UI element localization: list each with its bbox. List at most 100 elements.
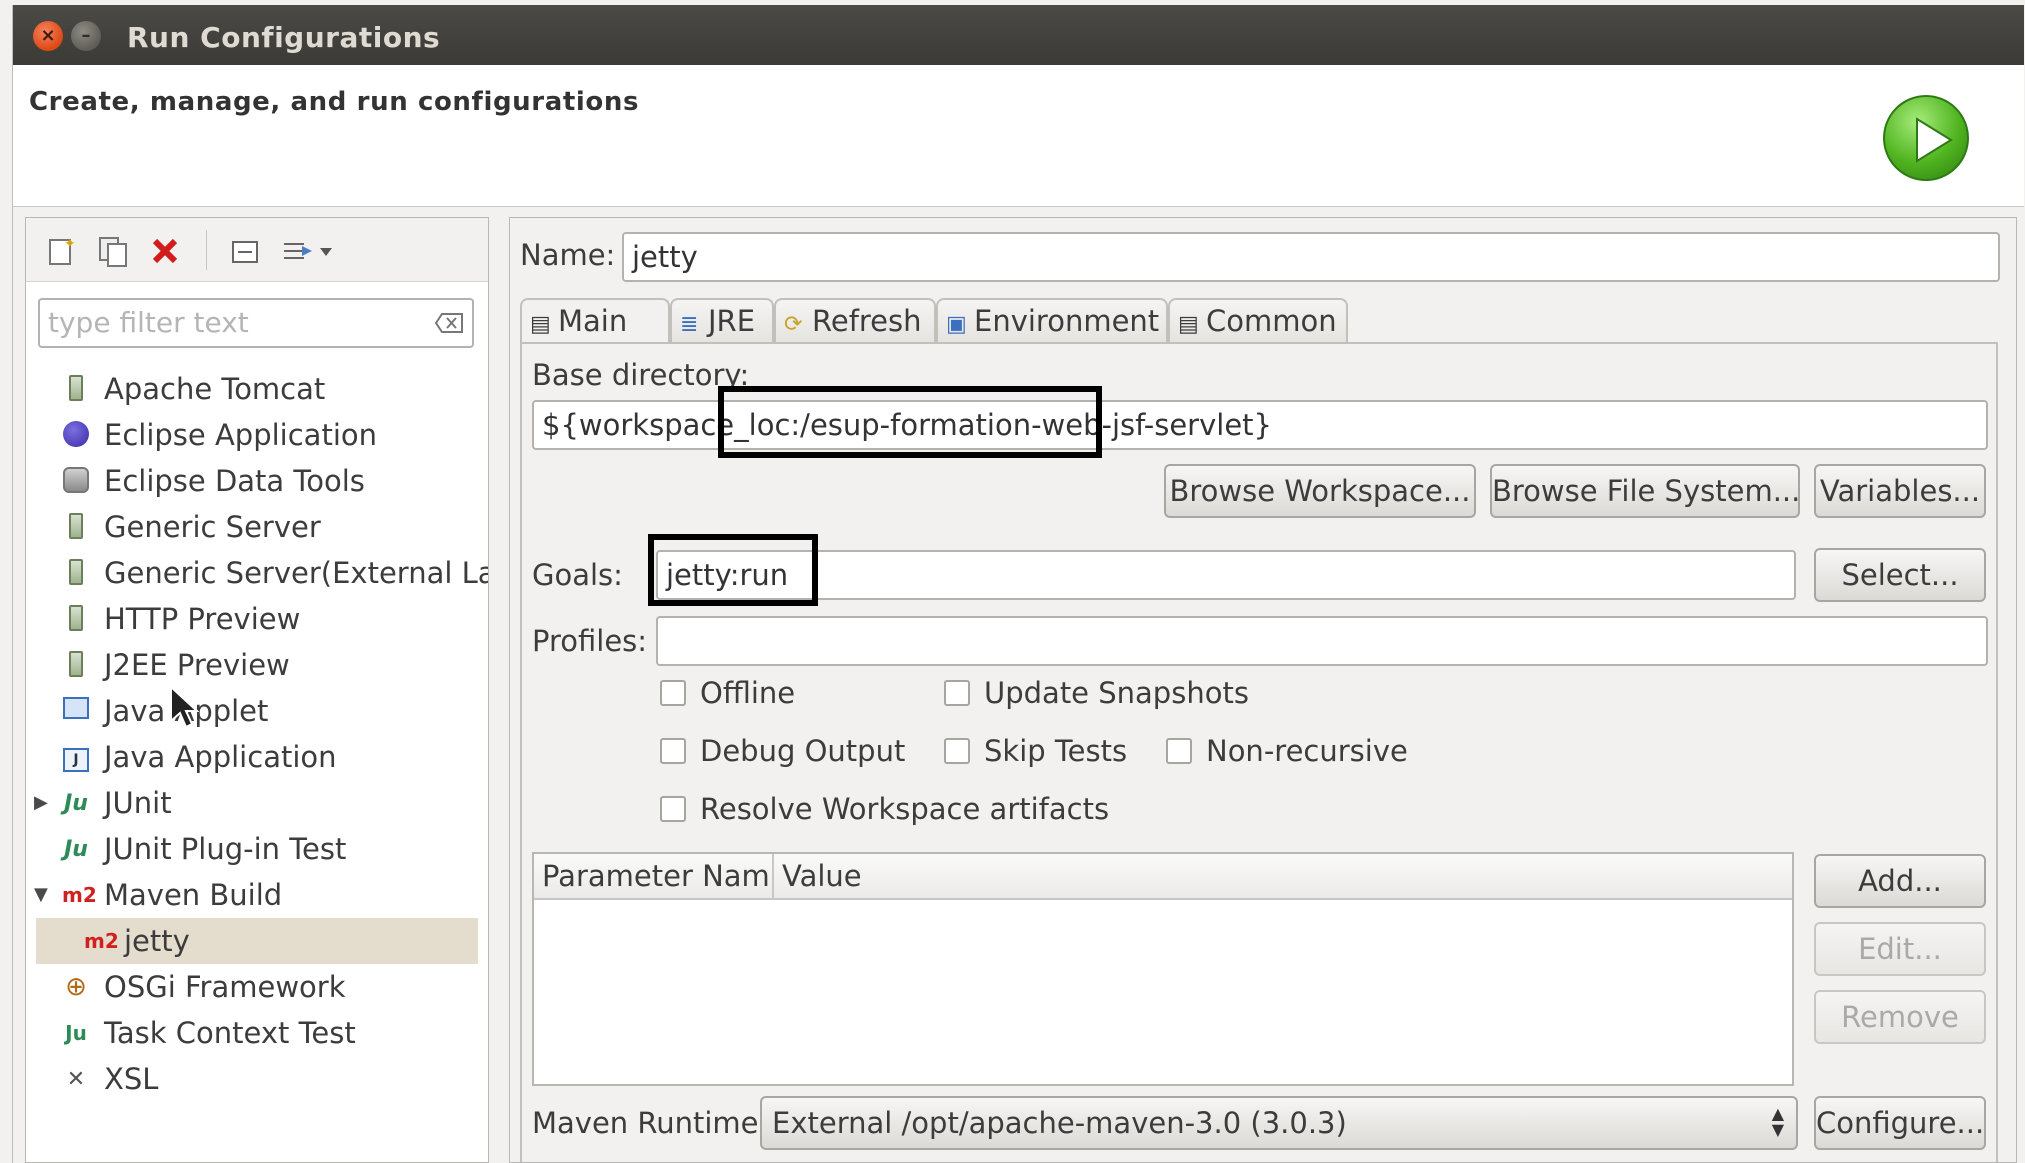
tab-main[interactable]: ▤ Main [520, 298, 670, 344]
banner-description: Create, manage, and run configurations [29, 87, 640, 117]
checkbox-box[interactable] [660, 738, 686, 764]
delete-config-icon[interactable] [148, 234, 182, 268]
tab-label: Refresh [812, 304, 922, 338]
name-field[interactable]: jetty [622, 232, 2000, 282]
osgi-icon: ⊕ [65, 972, 87, 1002]
tree-item-eclipse-application[interactable]: Eclipse Application [26, 412, 488, 458]
common-tab-icon: ▤ [1178, 312, 1199, 337]
tree-item-label: Eclipse Data Tools [104, 464, 365, 498]
tree-item-xsl[interactable]: ✕ XSL [26, 1056, 488, 1102]
tree-item-java-application[interactable]: J Java Application [26, 734, 488, 780]
toolbar-separator [206, 230, 207, 270]
jre-tab-icon: ≣ [680, 312, 699, 337]
add-parameter-button[interactable]: Add... [1814, 854, 1986, 908]
tab-label: Environment [974, 304, 1160, 338]
collapse-arrow-icon[interactable]: ▼ [34, 872, 48, 918]
tab-label: Main [558, 304, 628, 338]
collapse-all-icon[interactable] [228, 234, 262, 268]
tree-item-task-context-test[interactable]: Ju Task Context Test [26, 1010, 488, 1056]
tab-refresh[interactable]: ⟳ Refresh [774, 298, 936, 344]
xsl-icon: ✕ [66, 1067, 86, 1092]
clear-filter-icon[interactable] [434, 310, 464, 336]
tree-item-label: Task Context Test [104, 1016, 356, 1050]
configure-runtime-button[interactable]: Configure... [1814, 1096, 1986, 1150]
debug-output-checkbox[interactable]: Debug Output [660, 734, 905, 768]
filter-input[interactable]: type filter text [38, 298, 474, 348]
server-icon [62, 605, 90, 633]
tree-item-osgi-framework[interactable]: ⊕ OSGi Framework [26, 964, 488, 1010]
remove-parameter-button[interactable]: Remove [1814, 990, 1986, 1044]
checkbox-label: Debug Output [700, 734, 906, 768]
checkbox-box[interactable] [660, 796, 686, 822]
tree-item-java-applet[interactable]: Java Applet [26, 688, 488, 734]
tree-item-maven-build[interactable]: ▼ m2 Maven Build [26, 872, 488, 918]
tree-item-label: JUnit Plug-in Test [104, 832, 347, 866]
non-recursive-checkbox[interactable]: Non-recursive [1166, 734, 1408, 768]
window-title: Run Configurations [127, 21, 441, 54]
skip-tests-checkbox[interactable]: Skip Tests [944, 734, 1127, 768]
checkbox-box[interactable] [1166, 738, 1192, 764]
goals-field[interactable]: jetty:run [656, 550, 1796, 600]
task-context-icon: Ju [65, 1021, 87, 1045]
server-icon [62, 651, 90, 679]
checkbox-box[interactable] [944, 680, 970, 706]
eclipse-icon [62, 421, 90, 449]
close-window-button[interactable]: × [33, 21, 63, 51]
column-header-parameter-name[interactable]: Parameter Nam [534, 854, 774, 898]
checkbox-box[interactable] [944, 738, 970, 764]
update-snapshots-checkbox[interactable]: Update Snapshots [944, 676, 1249, 710]
maven-runtime-value: External /opt/apache-maven-3.0 (3.0.3) [772, 1106, 1347, 1140]
browse-workspace-button[interactable]: Browse Workspace... [1164, 464, 1476, 518]
new-config-icon[interactable]: ✦ [44, 234, 78, 268]
tree-item-label: jetty [124, 924, 190, 958]
junit-plugin-icon: Ju [64, 837, 88, 862]
checkbox-label: Update Snapshots [984, 676, 1249, 710]
tree-item-generic-server[interactable]: Generic Server [26, 504, 488, 550]
configuration-editor-panel: Name: jetty ▤ Main ≣ JRE ⟳ Refresh ▣ Environ… [509, 217, 2017, 1163]
title-bar: × – Run Configurations [13, 5, 2024, 65]
profiles-field[interactable] [656, 616, 1988, 666]
tree-item-apache-tomcat[interactable]: Apache Tomcat [26, 366, 488, 412]
maven-icon: m2 [84, 929, 119, 953]
tab-common[interactable]: ▤ Common [1168, 298, 1348, 344]
tree-item-generic-server-external[interactable]: Generic Server(External Lau [26, 550, 488, 596]
offline-checkbox[interactable]: Offline [660, 676, 795, 710]
base-directory-label: Base directory: [532, 358, 750, 392]
java-application-icon: J [62, 743, 90, 772]
server-icon [62, 559, 90, 587]
minimize-window-button[interactable]: – [71, 21, 101, 51]
checkbox-label: Non-recursive [1206, 734, 1408, 768]
tree-item-junit[interactable]: ▶ Ju JUnit [26, 780, 488, 826]
tree-item-http-preview[interactable]: HTTP Preview [26, 596, 488, 642]
duplicate-config-icon[interactable] [96, 234, 130, 268]
checkbox-box[interactable] [660, 680, 686, 706]
expand-arrow-icon[interactable]: ▶ [34, 780, 48, 826]
main-tab-content: Base directory: ${workspace_loc:/esup-fo… [520, 342, 1998, 1162]
filter-placeholder: type filter text [48, 306, 249, 339]
edit-parameter-button[interactable]: Edit... [1814, 922, 1986, 976]
main-tab-icon: ▤ [530, 312, 551, 337]
tree-item-eclipse-data-tools[interactable]: Eclipse Data Tools [26, 458, 488, 504]
variables-button[interactable]: Variables... [1814, 464, 1986, 518]
run-icon [1883, 95, 1969, 181]
header-banner: Create, manage, and run configurations [13, 65, 2024, 207]
tree-item-junit-plugin-test[interactable]: Ju JUnit Plug-in Test [26, 826, 488, 872]
select-arrows-icon: ▲ ▼ [1771, 1104, 1784, 1139]
goals-highlight-box [648, 534, 818, 606]
maven-runtime-select[interactable]: External /opt/apache-maven-3.0 (3.0.3) ▲… [760, 1096, 1798, 1150]
browse-file-system-button[interactable]: Browse File System... [1490, 464, 1800, 518]
tab-environment[interactable]: ▣ Environment [936, 298, 1168, 344]
resolve-workspace-checkbox[interactable]: Resolve Workspace artifacts [660, 792, 1109, 826]
column-header-value[interactable]: Value [774, 854, 1374, 898]
refresh-tab-icon: ⟳ [784, 312, 803, 337]
tree-item-j2ee-preview[interactable]: J2EE Preview [26, 642, 488, 688]
tree-item-label: Eclipse Application [104, 418, 377, 452]
checkbox-label: Offline [700, 676, 796, 710]
tab-jre[interactable]: ≣ JRE [670, 298, 774, 344]
environment-tab-icon: ▣ [946, 312, 967, 337]
java-applet-icon [62, 697, 90, 725]
tree-item-jetty[interactable]: m2 jetty [36, 918, 478, 964]
parameters-table[interactable]: Parameter Nam Value [532, 852, 1794, 1086]
select-goals-button[interactable]: Select... [1814, 548, 1986, 602]
filter-menu-icon[interactable] [280, 234, 340, 268]
